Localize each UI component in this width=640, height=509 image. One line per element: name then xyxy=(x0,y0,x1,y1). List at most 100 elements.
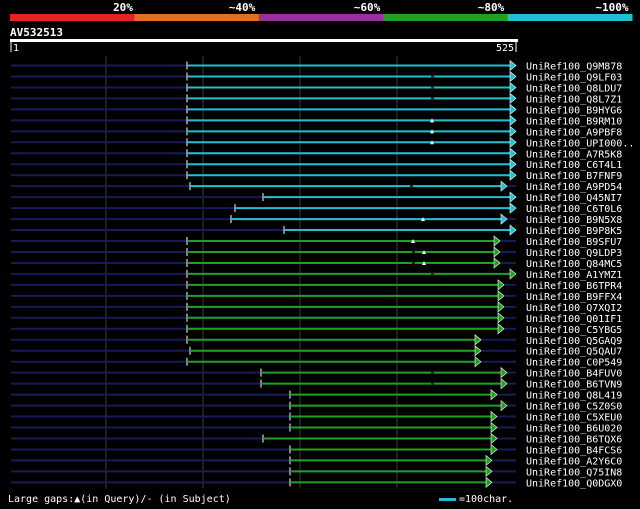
hit-row[interactable]: UniRef100_B9HYG6 xyxy=(11,103,622,116)
hit-row[interactable]: UniRef100_A7R5K8 xyxy=(11,147,622,160)
hit-label[interactable]: UniRef100_A1YMZ1 xyxy=(526,270,622,281)
hit-label[interactable]: UniRef100_Q9M878 xyxy=(526,62,622,73)
hit-arrow-icon xyxy=(474,345,482,357)
hit-label[interactable]: UniRef100_B9N5X8 xyxy=(526,215,622,226)
hit-row[interactable]: UniRef100_B6TPR4 xyxy=(11,279,622,292)
hit-row[interactable]: UniRef100_B6U020 xyxy=(11,421,622,435)
hit-row[interactable]: UniRef100_C5YBG5 xyxy=(11,323,622,336)
hit-label[interactable]: UniRef100_C0P549 xyxy=(526,358,622,369)
hit-label[interactable]: UniRef100_Q8L7Z1 xyxy=(526,94,622,105)
hit-arrow-icon xyxy=(497,323,505,335)
hit-label[interactable]: UniRef100_Q01IF1 xyxy=(526,314,622,325)
hit-label[interactable]: UniRef100_Q5GAQ9 xyxy=(526,336,622,347)
scale-label: =100char. xyxy=(459,494,514,505)
hit-arrow-icon xyxy=(493,246,501,258)
hit-row[interactable]: UniRef100_B4FCS6 xyxy=(11,443,622,456)
hit-row[interactable]: UniRef100_Q9LDP3 xyxy=(11,246,622,259)
hit-arrow-icon xyxy=(500,399,508,412)
hit-label[interactable]: UniRef100_Q8L419 xyxy=(526,391,622,402)
hit-row[interactable]: UniRef100_B6TQX6 xyxy=(11,432,622,445)
hit-arrow-icon xyxy=(474,334,482,346)
hit-row[interactable]: UniRef100_A1YMZ1 xyxy=(11,268,622,281)
hit-label[interactable]: UniRef100_C5XEU0 xyxy=(526,413,622,424)
hit-row[interactable]: UniRef100_B9RM10 xyxy=(11,114,622,127)
hit-row[interactable]: UniRef100_B4FUV0 xyxy=(11,367,622,380)
hit-arrow-icon xyxy=(509,136,517,148)
hit-row[interactable]: UniRef100_Q01IF1 xyxy=(11,312,622,325)
hit-label[interactable]: UniRef100_B6TQX6 xyxy=(526,434,622,445)
hit-row[interactable]: UniRef100_C5Z0S0 xyxy=(11,399,622,413)
hit-row[interactable]: UniRef100_Q8L419 xyxy=(11,388,622,402)
hit-label[interactable]: UniRef100_B6U020 xyxy=(526,424,622,435)
hit-list: UniRef100_Q9M878UniRef100_Q9LF03UniRef10… xyxy=(11,59,634,489)
hit-label[interactable]: UniRef100_B4FUV0 xyxy=(526,369,622,380)
hit-label[interactable]: UniRef100_B9FFX4 xyxy=(526,292,622,303)
hit-row[interactable]: UniRef100_B6TVN9 xyxy=(11,377,622,391)
hit-row[interactable]: UniRef100_A9PD54 xyxy=(11,180,622,193)
hit-label[interactable]: UniRef100_B9HYG6 xyxy=(526,105,622,116)
hit-row[interactable]: UniRef100_C5XEU0 xyxy=(11,410,622,424)
hit-row[interactable]: UniRef100_Q8LDU7 xyxy=(11,81,622,94)
hit-label[interactable]: UniRef100_Q75IN8 xyxy=(526,467,622,478)
hit-label[interactable]: UniRef100_B9RM10 xyxy=(526,116,622,127)
hit-label[interactable]: UniRef100_A2Y6C0 xyxy=(526,456,622,467)
hit-row[interactable]: UniRef100_Q9M878 xyxy=(11,59,622,73)
hit-label[interactable]: UniRef100_A9PBF8 xyxy=(526,127,622,138)
hit-label[interactable]: UniRef100_C6T4L1 xyxy=(526,160,622,171)
hit-label[interactable]: UniRef100_C5Z0S0 xyxy=(526,402,622,413)
hit-arrow-icon xyxy=(485,454,493,467)
hit-row[interactable]: UniRef100_Q75IN8 xyxy=(11,465,622,478)
legend-label: ~40% xyxy=(229,1,256,14)
hit-label[interactable]: UniRef100_Q5QAU7 xyxy=(526,347,622,358)
hit-row[interactable]: UniRef100_Q5GAQ9 xyxy=(11,334,622,347)
hit-arrow-icon xyxy=(485,476,493,489)
hit-arrow-icon xyxy=(497,312,505,324)
hit-arrow-icon xyxy=(500,377,508,390)
hit-row[interactable]: UniRef100_B7FNF9 xyxy=(11,169,622,182)
hit-label[interactable]: UniRef100_UPI000.. xyxy=(526,138,634,149)
hit-label[interactable]: UniRef100_Q9LF03 xyxy=(526,72,622,83)
hit-row[interactable]: UniRef100_Q7XQI2 xyxy=(11,301,622,314)
hit-label[interactable]: UniRef100_B6TPR4 xyxy=(526,281,622,292)
hit-arrow-icon xyxy=(509,59,517,72)
hit-label[interactable]: UniRef100_B9SFU7 xyxy=(526,237,622,248)
hit-arrow-icon xyxy=(490,443,498,456)
hit-row[interactable]: UniRef100_B9N5X8 xyxy=(11,213,622,226)
hit-arrow-icon xyxy=(509,114,517,126)
hit-row[interactable]: UniRef100_B9SFU7 xyxy=(11,235,622,248)
hit-row[interactable]: UniRef100_A9PBF8 xyxy=(11,125,622,138)
hit-row[interactable]: UniRef100_Q0DGX0 xyxy=(11,476,622,489)
hit-label[interactable]: UniRef100_B6TVN9 xyxy=(526,380,622,391)
hit-row[interactable]: UniRef100_Q9LF03 xyxy=(11,70,622,83)
hit-row[interactable]: UniRef100_A2Y6C0 xyxy=(11,454,622,467)
hit-label[interactable]: UniRef100_B4FCS6 xyxy=(526,445,622,456)
hit-label[interactable]: UniRef100_C6T0L6 xyxy=(526,204,622,215)
hit-label[interactable]: UniRef100_Q8LDU7 xyxy=(526,83,622,94)
alignment-overview: 20% ~40% ~60% ~80% ~100% AV532513 1 525 UniR… xyxy=(10,1,634,501)
hit-row[interactable]: UniRef100_C0P549 xyxy=(11,356,622,369)
hit-row[interactable]: UniRef100_Q8L7Z1 xyxy=(11,92,622,105)
hit-label[interactable]: UniRef100_A9PD54 xyxy=(526,182,622,193)
identity-color-legend xyxy=(10,14,633,21)
hit-label[interactable]: UniRef100_Q45NI7 xyxy=(526,193,622,204)
hit-row[interactable]: UniRef100_C6T4L1 xyxy=(11,158,622,171)
hit-row[interactable]: UniRef100_Q45NI7 xyxy=(11,191,622,204)
hit-label[interactable]: UniRef100_C5YBG5 xyxy=(526,325,622,336)
hit-row[interactable]: UniRef100_C6T0L6 xyxy=(11,202,622,215)
hit-row[interactable]: UniRef100_UPI000.. xyxy=(11,136,634,149)
hit-row[interactable]: UniRef100_B9P8K5 xyxy=(11,224,622,237)
hit-arrow-icon xyxy=(490,410,498,423)
hit-arrow-icon xyxy=(500,180,508,192)
hit-row[interactable]: UniRef100_Q5QAU7 xyxy=(11,345,622,358)
hit-label[interactable]: UniRef100_Q9LDP3 xyxy=(526,248,622,259)
hit-label[interactable]: UniRef100_Q84MC5 xyxy=(526,259,622,270)
hit-label[interactable]: UniRef100_A7R5K8 xyxy=(526,149,622,160)
hit-arrow-icon xyxy=(509,70,517,83)
hit-arrow-icon xyxy=(509,169,517,181)
hit-label[interactable]: UniRef100_B9P8K5 xyxy=(526,226,622,237)
hit-label[interactable]: UniRef100_Q7XQI2 xyxy=(526,303,622,314)
hit-label[interactable]: UniRef100_Q0DGX0 xyxy=(526,478,622,489)
hit-row[interactable]: UniRef100_Q84MC5 xyxy=(11,257,622,270)
hit-row[interactable]: UniRef100_B9FFX4 xyxy=(11,290,622,303)
hit-label[interactable]: UniRef100_B7FNF9 xyxy=(526,171,622,182)
